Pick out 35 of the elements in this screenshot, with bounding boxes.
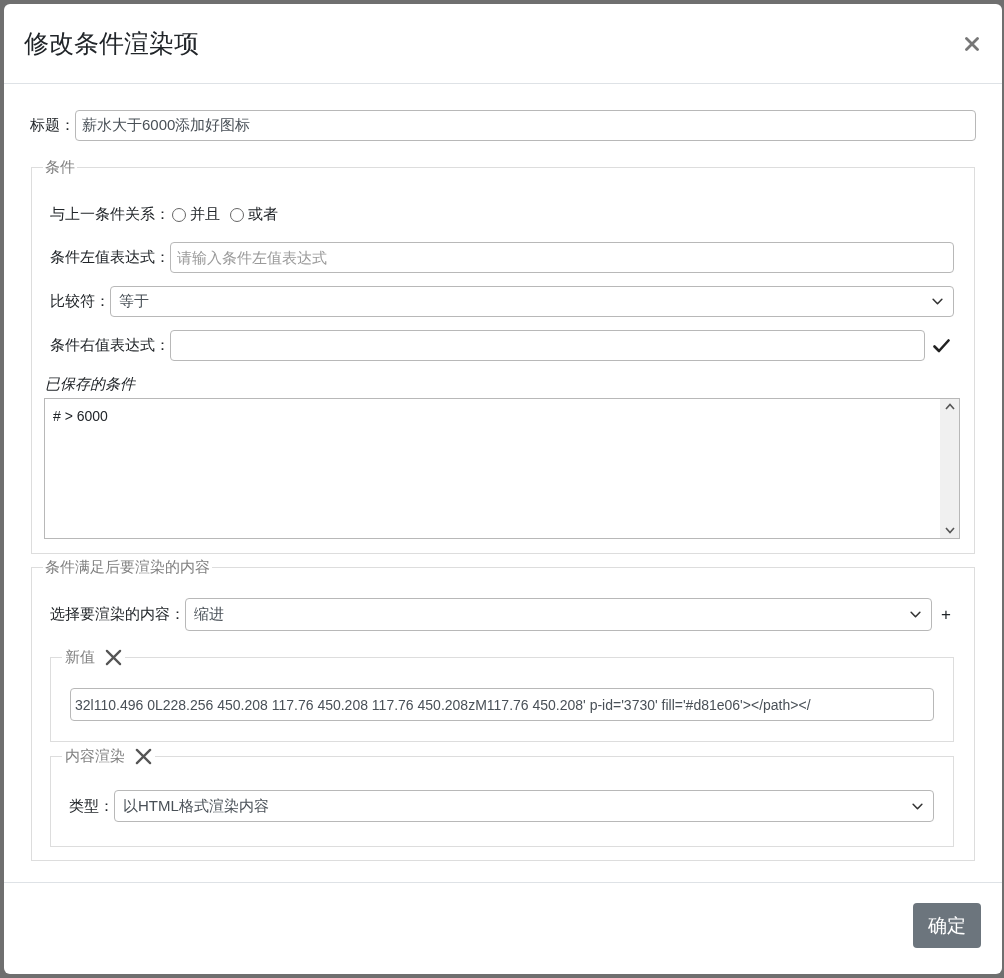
chevron-down-icon — [932, 298, 943, 305]
scrollbar[interactable] — [940, 399, 959, 538]
type-label: 类型： — [69, 796, 114, 816]
close-icon[interactable] — [105, 648, 122, 666]
comparator-label: 比较符： — [50, 292, 110, 311]
left-expression-input[interactable]: 请输入条件左值表达式 — [170, 242, 954, 273]
title-label: 标题： — [30, 116, 75, 135]
panel-legend: 条件满足后要渲染的内容 — [43, 557, 212, 577]
item-legend: 内容渲染 — [65, 746, 125, 766]
new-value-input[interactable]: 32l110.496 0L228.256 450.208 117.76 450.208 117.76 450.208zM117.76 450.208' p-id='3730' fill='#d81e06'></path></ — [70, 688, 934, 721]
right-expression-input[interactable] — [170, 330, 925, 361]
dialog-title: 修改条件渲染项 — [24, 28, 199, 59]
check-icon[interactable] — [933, 338, 950, 353]
type-select[interactable]: 以HTML格式渲染内容 — [114, 790, 934, 822]
chevron-down-icon — [912, 802, 923, 810]
relation-label: 与上一条件关系： — [50, 205, 170, 224]
close-icon[interactable] — [135, 747, 152, 765]
scroll-down-icon[interactable] — [944, 527, 955, 534]
panel-legend: 条件 — [43, 157, 77, 177]
radio-label[interactable]: 或者 — [248, 205, 278, 224]
item-legend: 新值 — [65, 647, 95, 667]
chevron-down-icon — [910, 611, 922, 618]
saved-conditions-textarea[interactable]: # > 6000 — [44, 398, 960, 539]
title-input[interactable]: 薪水大于6000添加好图标 — [75, 110, 976, 141]
confirm-button[interactable]: 确定 — [913, 903, 981, 948]
radio-label[interactable]: 并且 — [190, 205, 220, 224]
close-icon[interactable] — [965, 36, 979, 51]
scroll-up-icon[interactable] — [944, 403, 955, 410]
content-select[interactable]: 缩进 — [185, 598, 933, 631]
saved-conditions-label: 已保存的条件 — [44, 374, 135, 394]
content-select-label: 选择要渲染的内容： — [50, 605, 185, 624]
left-expression-label: 条件左值表达式： — [50, 248, 170, 267]
right-expression-label: 条件右值表达式： — [50, 336, 170, 355]
add-button[interactable]: + — [941, 604, 951, 625]
comparator-select[interactable]: 等于 — [110, 286, 954, 317]
